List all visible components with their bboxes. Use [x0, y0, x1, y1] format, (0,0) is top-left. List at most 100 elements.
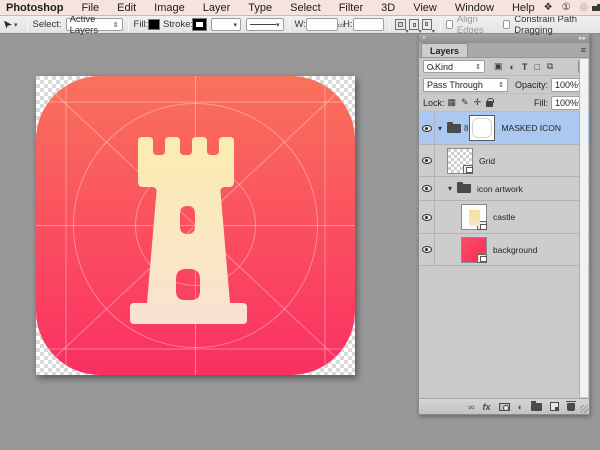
layer-thumbnail[interactable] — [461, 204, 487, 230]
layer-row-background[interactable]: background — [419, 234, 589, 266]
filter-type-layers-icon[interactable]: T — [522, 62, 528, 72]
tool-options-bar: ▾ Select: Active Layers ⇕ Fill: Stroke: … — [0, 14, 600, 36]
tab-layers[interactable]: Layers — [421, 43, 469, 57]
visibility-cell[interactable] — [419, 112, 435, 144]
visibility-cell[interactable] — [419, 177, 435, 200]
menu-edit[interactable]: Edit — [108, 0, 145, 16]
dropbox-icon[interactable]: ❖ — [544, 2, 553, 13]
blend-mode-dropdown[interactable]: Pass Through ⇕ — [423, 77, 508, 92]
panel-scrollbar[interactable] — [579, 59, 588, 397]
layer-styles-icon[interactable]: fx — [483, 402, 491, 412]
new-layer-icon[interactable] — [550, 402, 559, 411]
eye-icon — [421, 185, 432, 192]
menu-type[interactable]: Type — [239, 0, 281, 16]
tool-preset-picker[interactable]: ▾ — [0, 20, 22, 29]
disclosure-triangle-icon[interactable]: ▾ — [445, 184, 455, 193]
filter-pixel-layers-icon[interactable]: ▣ — [494, 61, 503, 72]
menu-view[interactable]: View — [404, 0, 446, 16]
align-edges-checkbox[interactable]: Align Edges — [445, 14, 493, 36]
blend-mode-value: Pass Through — [427, 79, 483, 90]
layer-thumbnail[interactable] — [447, 147, 473, 174]
select-label: Select: — [32, 19, 62, 30]
menu-select[interactable]: Select — [281, 0, 330, 16]
dropdown-arrow-icon: ▾ — [14, 21, 18, 29]
loop-icon[interactable]: ◎ — [580, 2, 589, 13]
visibility-cell[interactable] — [419, 145, 435, 176]
divider — [439, 17, 441, 32]
layer-list: ▾ 8 MASKED ICON Grid ▾ icon artwork cast… — [419, 112, 589, 266]
width-label: W: — [294, 19, 306, 30]
layer-row-masked-icon[interactable]: ▾ 8 MASKED ICON — [419, 112, 589, 145]
menu-photoshop[interactable]: Photoshop — [0, 0, 72, 16]
menu-file[interactable]: File — [72, 0, 108, 16]
fill-color-swatch[interactable] — [148, 19, 160, 30]
path-arrangement-button[interactable] — [421, 19, 435, 35]
visibility-cell[interactable] — [419, 201, 435, 233]
panel-resize-grip[interactable] — [580, 405, 588, 413]
lock-all-icon[interactable] — [486, 98, 495, 107]
filter-kind-dropdown[interactable]: Kind ⇕ — [423, 60, 485, 73]
shape-width-input[interactable] — [305, 18, 338, 31]
opacity-value: 100% — [555, 79, 579, 90]
filter-shape-layers-icon[interactable]: □ — [534, 62, 539, 72]
layer-row-castle[interactable]: castle — [419, 201, 589, 234]
updown-arrow-icon: ⇕ — [112, 21, 119, 29]
menu-help[interactable]: Help — [503, 0, 544, 16]
menu-window[interactable]: Window — [446, 0, 503, 16]
group-folder-icon — [457, 182, 471, 193]
layer-row-icon-artwork[interactable]: ▾ icon artwork — [419, 177, 589, 201]
lock-paint-icon[interactable]: ✎ — [461, 97, 469, 108]
layer-thumbnail[interactable] — [461, 236, 487, 263]
disclosure-triangle-icon[interactable]: ▾ — [435, 124, 445, 133]
layers-panel-footer: ∞ fx ◐ — [419, 398, 589, 414]
panel-tab-bar: Layers ≡ — [419, 43, 589, 58]
new-group-icon[interactable] — [531, 400, 542, 411]
menu-image[interactable]: Image — [145, 0, 194, 16]
layers-panel: × ▸▸ Layers ≡ Kind ⇕ ▣ ◐ T □ ⧉ Pass Thro… — [418, 32, 590, 415]
menu-3d[interactable]: 3D — [372, 0, 404, 16]
layer-row-grid[interactable]: Grid — [419, 145, 589, 177]
lock-transparency-icon[interactable]: ▦ — [448, 97, 457, 108]
stroke-color-swatch[interactable] — [192, 18, 207, 31]
path-operations-icon — [398, 22, 403, 27]
layer-name[interactable]: MASKED ICON — [501, 123, 561, 133]
menu-layer[interactable]: Layer — [194, 0, 240, 16]
fill-label: Fill: — [534, 97, 548, 108]
eye-icon — [421, 124, 432, 132]
constrain-path-dragging-checkbox[interactable]: Constrain Path Dragging — [503, 14, 590, 36]
stroke-type-dropdown[interactable]: ▾ — [245, 18, 284, 31]
select-mode-value: Active Layers — [69, 13, 99, 36]
path-alignment-icon — [412, 23, 416, 27]
adjustment-layer-icon[interactable]: ◐ — [518, 402, 523, 412]
group-folder-icon — [447, 121, 461, 133]
one-circle-icon[interactable]: ① — [562, 2, 571, 13]
add-layer-mask-icon[interactable] — [498, 402, 510, 411]
path-operations-button[interactable] — [395, 19, 409, 35]
divider — [288, 17, 290, 32]
vector-mask-thumbnail[interactable] — [469, 115, 496, 141]
link-layers-icon[interactable]: ∞ — [468, 402, 474, 412]
select-mode-dropdown[interactable]: Active Layers ⇕ — [65, 14, 123, 36]
lock-move-icon[interactable]: ✛ — [474, 97, 482, 108]
smart-object-badge-icon — [477, 253, 487, 263]
menu-status-icons: ❖ ① ◎ ▯ — [544, 2, 600, 13]
visibility-cell[interactable] — [419, 234, 435, 265]
stroke-width-dropdown[interactable]: ▾ — [210, 18, 241, 31]
dropdown-arrow-icon: ▾ — [275, 21, 280, 29]
layer-name[interactable]: background — [493, 245, 537, 255]
delete-layer-icon[interactable] — [566, 400, 576, 411]
path-alignment-button[interactable] — [408, 19, 422, 35]
shape-height-input[interactable] — [352, 18, 385, 31]
eye-icon — [421, 246, 432, 253]
filter-smart-objects-icon[interactable]: ⧉ — [547, 61, 553, 72]
layer-name[interactable]: icon artwork — [477, 184, 523, 194]
menu-filter[interactable]: Filter — [330, 0, 372, 16]
layer-name[interactable]: castle — [493, 212, 515, 222]
document-canvas[interactable] — [36, 76, 355, 375]
checkbox-icon — [503, 20, 511, 29]
layer-filter-row: Kind ⇕ ▣ ◐ T □ ⧉ — [419, 58, 589, 76]
panel-menu-icon[interactable]: ≡ — [581, 46, 586, 55]
layer-name[interactable]: Grid — [479, 156, 495, 166]
filter-adjustment-layers-icon[interactable]: ◐ — [510, 62, 515, 72]
checkbox-icon — [445, 20, 453, 29]
